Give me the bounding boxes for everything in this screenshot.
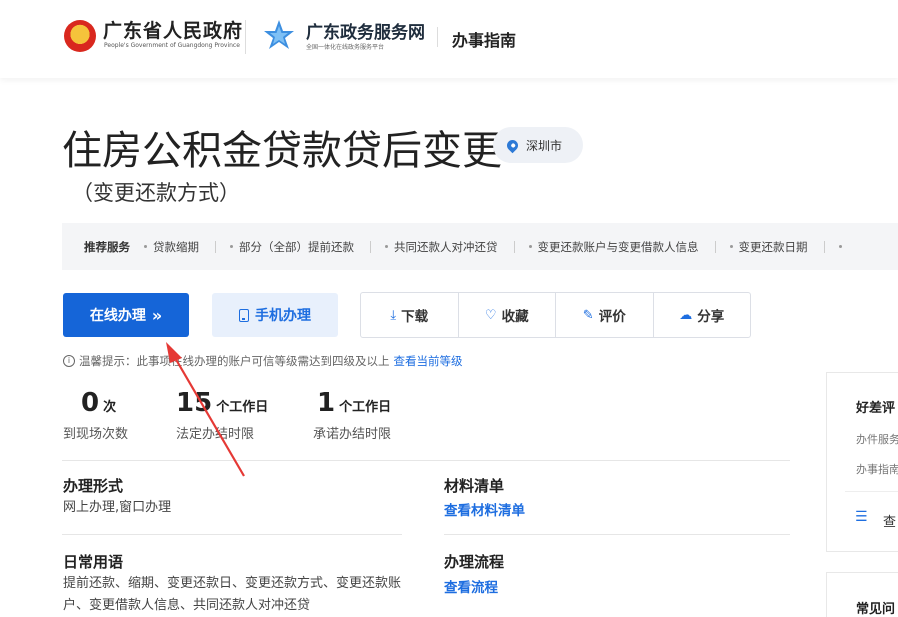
share-button[interactable]: ☁ 分享 [654, 293, 751, 337]
stat-label: 到现场次数 [63, 427, 129, 442]
separator [513, 240, 515, 253]
gov-title[interactable]: 广东省人民政府 [103, 16, 243, 43]
recommended-label: 推荐服务 [84, 239, 130, 254]
stat-legal-limit: 15 个工作日 [176, 388, 268, 418]
tip-text: 温馨提示：此事项在线办理的账户可信等级需达到四级及以上 [79, 354, 390, 368]
divider [62, 460, 790, 461]
common-terms-title: 日常用语 [63, 553, 124, 571]
separator [215, 240, 216, 253]
header-divider [437, 27, 438, 47]
stat-unit: 个工作日 [339, 400, 392, 415]
rate-button[interactable]: ✎ 评价 [556, 293, 654, 337]
location-badge[interactable]: 深圳市 [493, 127, 583, 163]
phone-icon [239, 308, 249, 322]
common-terms-text: 提前还款、缩期、变更还款日、变更还款方式、变更还款账户、变更借款人信息、共同还款… [63, 576, 402, 613]
divider [62, 534, 402, 535]
service-title[interactable]: 广东政务服务网 [306, 18, 425, 43]
heart-icon: ♡ [484, 307, 497, 323]
location-label: 深圳市 [526, 138, 563, 153]
page-subtitle: （变更还款方式） [72, 181, 240, 205]
recommended-item[interactable]: 变更还款账户与变更借款人信息 [528, 239, 699, 255]
stat-unit: 个工作日 [216, 400, 269, 415]
online-apply-button[interactable]: 在线办理 » [63, 293, 189, 337]
process-title: 办理流程 [444, 553, 505, 571]
check-level-link[interactable]: 查看当前等级 [394, 353, 463, 369]
favorite-label: 收藏 [501, 309, 529, 325]
stat-number: 1 [317, 388, 336, 418]
list-icon: ☰ [855, 509, 868, 525]
view-link[interactable]: 查 [883, 511, 896, 530]
page-title: 住房公积金贷款贷后变更 [62, 128, 502, 174]
stat-number: 15 [176, 388, 213, 418]
share-label: 分享 [697, 309, 725, 325]
mobile-apply-button[interactable]: 手机办理 [212, 293, 338, 337]
national-emblem-icon[interactable] [64, 20, 96, 52]
materials-link[interactable]: 查看材料清单 [444, 499, 525, 519]
stat-unit: 次 [103, 400, 117, 415]
action-button-group: ⤓ 下载 ♡ 收藏 ✎ 评价 ☁ 分享 [360, 292, 751, 338]
rating-card: 好差评 办件服务 办事指南 ☰ 查 [826, 372, 898, 552]
share-icon: ☁ [679, 307, 693, 323]
location-pin-icon [504, 137, 521, 153]
header-divider [245, 20, 246, 54]
recommended-services-bar: 推荐服务 贷款缩期 部分（全部）提前还款 共同还款人对冲还贷 变更还款账户与变更… [62, 223, 898, 270]
recommended-item[interactable]: 贷款缩期 [144, 239, 199, 255]
recommended-item-more[interactable] [838, 245, 848, 248]
favorite-button[interactable]: ♡ 收藏 [459, 293, 556, 337]
handling-form-title: 办理形式 [63, 477, 124, 495]
stat-visits: 0次 [81, 388, 116, 418]
mobile-apply-label: 手机办理 [255, 308, 311, 324]
stat-label: 法定办结时限 [176, 427, 255, 442]
process-link[interactable]: 查看流程 [444, 576, 498, 596]
stat-number: 0 [81, 388, 100, 418]
separator [823, 240, 825, 253]
stat-promise-limit: 1 个工作日 [317, 388, 391, 418]
gov-subtitle: People's Government of Guangdong Provinc… [104, 42, 240, 49]
download-label: 下载 [401, 309, 429, 325]
double-chevron-icon: » [151, 305, 163, 325]
tip-line: i 温馨提示：此事项在线办理的账户可信等级需达到四级及以上 查看当前等级 [63, 353, 463, 369]
faq-title: 常见问 [856, 602, 896, 617]
materials-title: 材料清单 [444, 477, 505, 495]
divider [444, 534, 790, 535]
service-subtitle: 全国一体化在线政务服务平台 [306, 44, 385, 51]
faq-card: 常见问 [826, 572, 898, 617]
online-apply-label: 在线办理 [89, 308, 146, 324]
top-header: 广东省人民政府 People's Government of Guangdong… [0, 0, 898, 78]
rate-label: 评价 [598, 309, 626, 325]
rating-line: 办事指南 [856, 463, 898, 476]
info-icon: i [63, 355, 75, 367]
download-icon: ⤓ [390, 307, 397, 323]
rating-title: 好差评 [856, 401, 896, 416]
stat-label: 承诺办结时限 [313, 427, 392, 442]
handling-form-text: 网上办理,窗口办理 [63, 500, 172, 515]
separator [370, 240, 371, 253]
guide-label: 办事指南 [452, 31, 517, 50]
service-logo-icon[interactable] [262, 18, 296, 52]
separator [714, 240, 716, 253]
rating-line: 办件服务 [856, 433, 898, 446]
divider [845, 491, 898, 492]
recommended-item[interactable]: 部分（全部）提前还款 [230, 239, 354, 255]
recommended-item[interactable]: 变更还款日期 [729, 239, 808, 255]
pencil-icon: ✎ [582, 307, 594, 323]
download-button[interactable]: ⤓ 下载 [361, 293, 459, 337]
recommended-item[interactable]: 共同还款人对冲还贷 [385, 239, 498, 255]
